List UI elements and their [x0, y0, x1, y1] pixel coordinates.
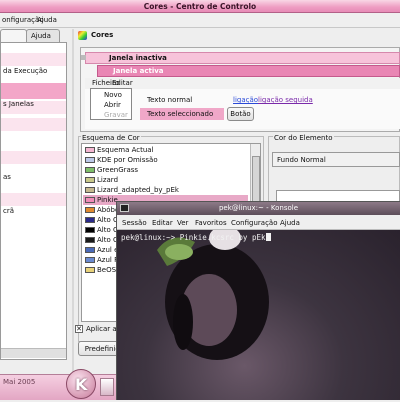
tree-item[interactable] [1, 53, 66, 66]
scrollbar-thumb[interactable] [252, 156, 260, 206]
left-tabs: Ajuda [0, 29, 72, 43]
konsole-menu-favoritos[interactable]: Favoritos [195, 219, 227, 227]
list-item[interactable]: Esquema Actual [83, 145, 248, 155]
konsole-title: pek@linux:~ - Konsole [218, 204, 299, 212]
apply-checkbox[interactable]: ✕ [75, 325, 83, 333]
terminal-cursor [265, 233, 271, 241]
colors-icon [78, 31, 87, 40]
module-header: Cores [76, 29, 400, 43]
window-title: Cores - Centro de Controlo [143, 2, 257, 11]
tree-item[interactable]: as [1, 173, 66, 186]
konsole-menu-sessao[interactable]: Sessão [122, 219, 147, 227]
preview-active-title: Janela activa [113, 67, 164, 75]
preview-button[interactable]: Botão [227, 107, 254, 121]
swatch-icon [85, 177, 95, 183]
swatch-icon [85, 207, 95, 213]
konsole-menu-ver[interactable]: Ver [177, 219, 188, 227]
tree-item[interactable] [1, 118, 66, 131]
swatch-icon [85, 187, 95, 193]
menubar: onfiguração Ajuda [0, 13, 400, 28]
swatch-icon [85, 197, 95, 203]
swatch-icon [85, 237, 95, 243]
scheme-name: Alto C [97, 226, 118, 234]
menu-ajuda[interactable]: Ajuda [37, 16, 57, 24]
preview-menubar: Ficheiro Editar [85, 78, 400, 89]
swatch-icon [85, 157, 95, 163]
window-titlebar[interactable]: Cores - Centro de Controlo [0, 0, 400, 13]
scheme-name: Alto C [97, 236, 118, 244]
tux-background-image [157, 226, 269, 360]
konsole-menu-ajuda[interactable]: Ajuda [280, 219, 300, 227]
konsole-titlebar[interactable]: pek@linux:~ - Konsole [117, 202, 400, 215]
taskbar-date: Mai 2005 [3, 378, 36, 386]
terminal-text: pek@linux:~> Pinkie.kcsrc by pEk [121, 233, 266, 242]
page-title: Cores [91, 31, 114, 39]
swatch-icon [85, 147, 95, 153]
list-item[interactable]: Lizard [83, 175, 248, 185]
scheme-group-label: Esquema de Cor [81, 134, 141, 142]
swatch-icon [85, 247, 95, 253]
splitter[interactable] [72, 29, 74, 375]
preview-link[interactable]: ligação [233, 96, 258, 104]
preview-menu-editar[interactable]: Editar [112, 79, 133, 87]
preview-selected-label: Texto seleccionado [147, 110, 214, 118]
preview-menu-abrir[interactable]: Abrir [104, 101, 121, 109]
tree-item-selected[interactable] [1, 83, 66, 99]
scheme-name: BeOS [97, 266, 117, 274]
swatch-icon [85, 167, 95, 173]
scheme-name: KDE por Omissão [97, 156, 158, 164]
tree-item[interactable]: s Janelas [1, 100, 66, 113]
konsole-menu-configuracao[interactable]: Configuração [231, 219, 277, 227]
terminal-prompt-line: pek@linux:~> Pinkie.kcsrc by pEk [121, 233, 271, 242]
preview-selected-text: Texto seleccionado [140, 108, 224, 120]
scheme-name: Lizard [97, 176, 119, 184]
element-group-label: Cor do Elemento [273, 134, 334, 142]
swatch-icon [85, 257, 95, 263]
list-item[interactable]: KDE por Omissão [83, 155, 248, 165]
module-tree[interactable]: da Execução s Janelas as crã [0, 42, 67, 360]
scheme-name: Esquema Actual [97, 146, 154, 154]
preview-menu-novo[interactable]: Novo [104, 91, 122, 99]
swatch-icon [85, 267, 95, 273]
swatch-icon [85, 217, 95, 223]
scheme-name: Pinkie [97, 196, 118, 204]
titlebar-icon [81, 55, 86, 60]
preview-inactive-title: Janela inactiva [109, 54, 167, 62]
terminal-screen[interactable] [117, 226, 400, 400]
preview-dropdown: Novo Abrir Gravar [90, 88, 132, 120]
tree-item[interactable]: da Execução [1, 67, 66, 80]
element-select[interactable]: Fundo Normal [272, 152, 400, 167]
preview-menu-gravar[interactable]: Gravar [104, 111, 128, 119]
kde-menu-button[interactable]: K [66, 369, 96, 399]
preview-normal-text: Texto normal [147, 96, 193, 104]
left-scrollbar[interactable] [1, 348, 66, 358]
list-item[interactable]: Lizard_adapted_by_pEk [83, 185, 248, 195]
konsole-menubar: Sessão Editar Ver Favoritos Configuração… [117, 215, 400, 230]
tree-item[interactable]: crã [1, 207, 66, 220]
tree-item[interactable] [1, 131, 66, 144]
konsole-menu-editar[interactable]: Editar [152, 219, 173, 227]
quicklaunch-icon[interactable] [100, 378, 114, 396]
preview-inactive-titlebar[interactable]: Janela inactiva [81, 52, 400, 64]
scheme-name: Alto C [97, 216, 118, 224]
swatch-icon [85, 227, 95, 233]
kde-logo-icon: K [75, 375, 88, 394]
list-item[interactable]: GreenGrass [83, 165, 248, 175]
tab-ajuda[interactable]: Ajuda [26, 29, 60, 42]
preview-active-titlebar[interactable]: Janela activa [97, 65, 400, 77]
scheme-name: GreenGrass [97, 166, 139, 174]
preview-visited-link[interactable]: ligação seguida [258, 96, 313, 104]
scheme-name: Lizard_adapted_by_pEk [97, 186, 179, 194]
scheme-name: Azul F [97, 256, 119, 264]
tab-index[interactable] [0, 29, 27, 42]
element-selected-value: Fundo Normal [277, 156, 326, 164]
